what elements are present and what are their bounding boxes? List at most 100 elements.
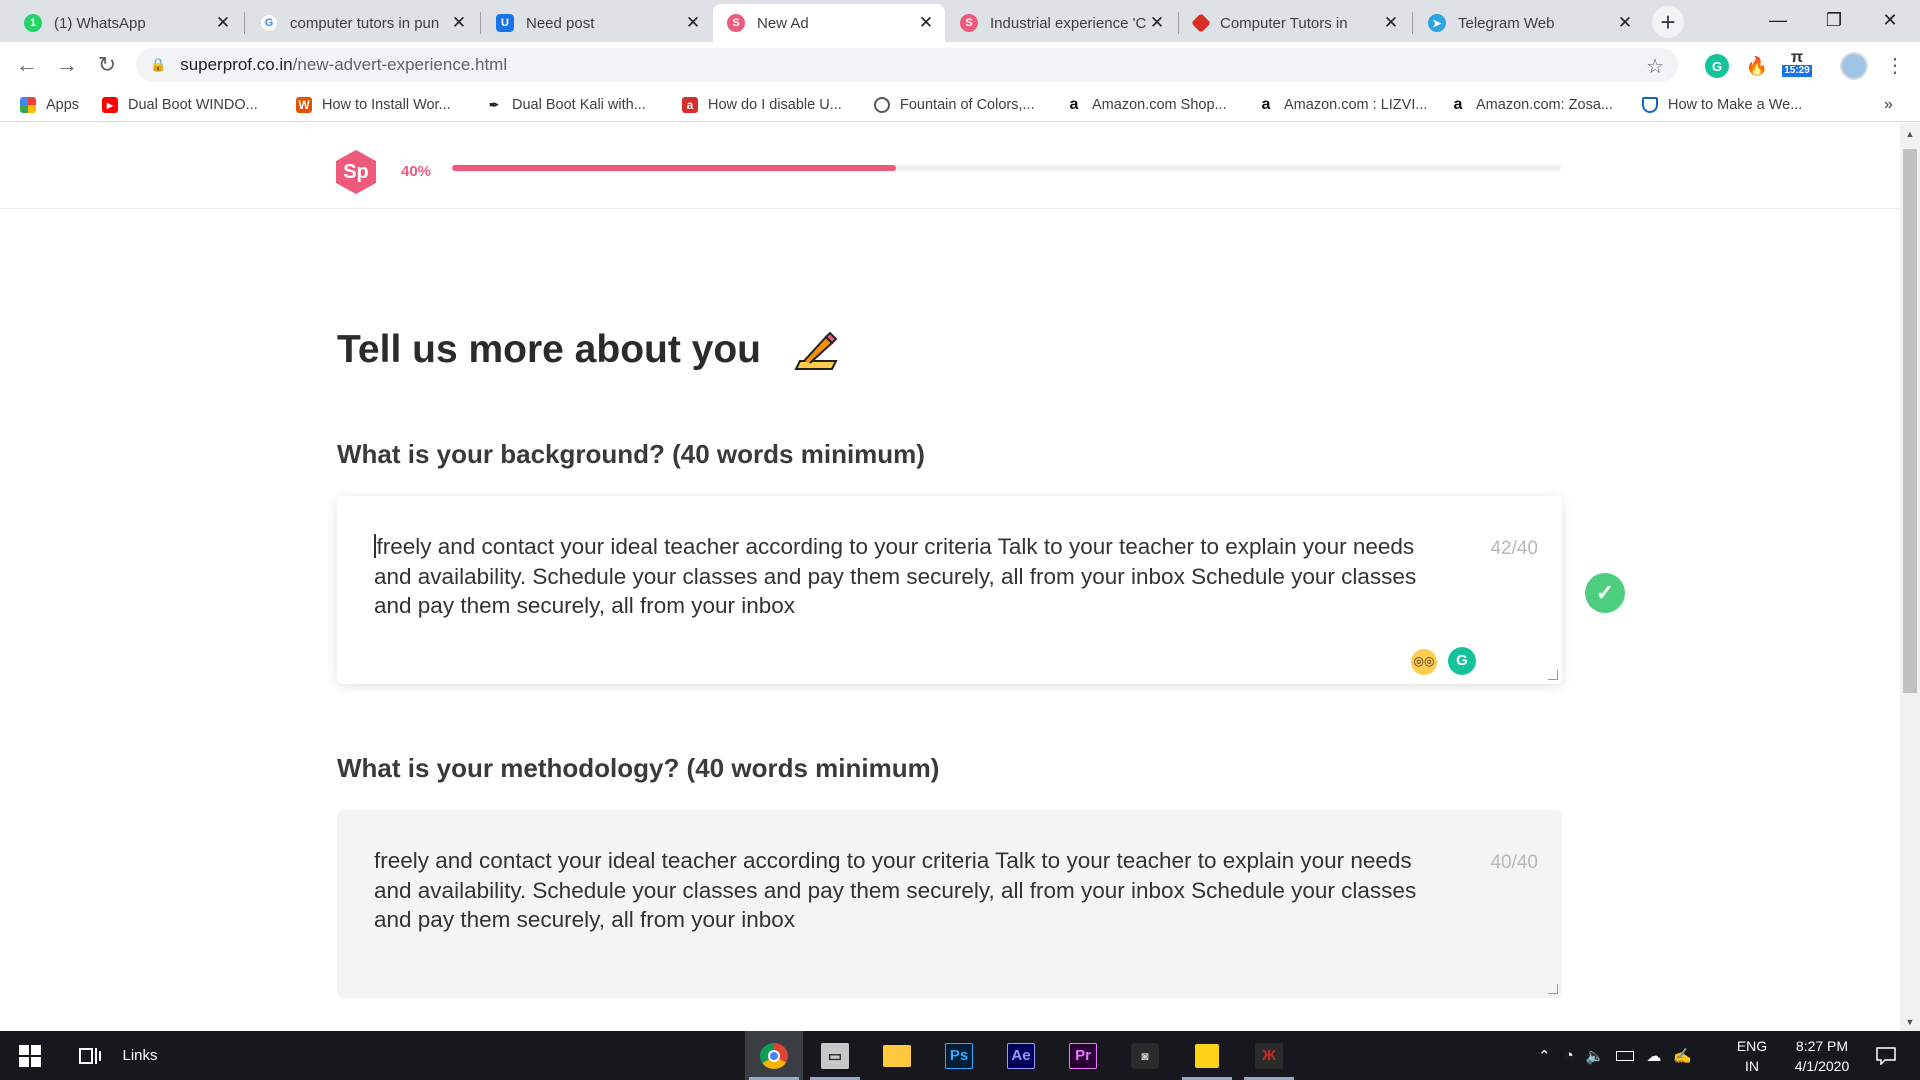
start-button[interactable] bbox=[0, 1031, 60, 1080]
explorer-taskbar-icon[interactable]: ▭ bbox=[806, 1031, 864, 1080]
lock-icon[interactable]: 🔒 bbox=[150, 57, 166, 73]
app-taskbar-icon[interactable]: ◙ bbox=[1116, 1031, 1174, 1080]
after-effects-taskbar-icon[interactable]: Ae bbox=[992, 1031, 1050, 1080]
amazon-icon: a bbox=[1069, 96, 1079, 113]
superprof-logo[interactable]: Sp bbox=[336, 150, 376, 194]
close-icon[interactable]: ✕ bbox=[1616, 13, 1634, 33]
resize-handle-icon[interactable] bbox=[1548, 670, 1558, 680]
tab-telegram[interactable]: ➤ Telegram Web ✕ bbox=[1414, 4, 1644, 42]
bookmark-label: Amazon.com : LIZVI... bbox=[1284, 97, 1428, 113]
restore-button[interactable]: ❐ bbox=[1806, 0, 1862, 40]
grammarly-extension-icon[interactable]: G bbox=[1705, 54, 1729, 78]
volume-icon[interactable]: 🔈 bbox=[1586, 1047, 1605, 1065]
system-tray: ⌃ ◔ 🔈 ☁ ✍ bbox=[1538, 1031, 1692, 1080]
bookmark-star-icon[interactable]: ☆ bbox=[1646, 54, 1664, 79]
bookmark-item[interactable]: a How do I disable U... bbox=[682, 94, 842, 116]
profile-avatar-icon[interactable] bbox=[1840, 52, 1868, 80]
bookmark-item[interactable]: a Amazon.com Shop... bbox=[1066, 94, 1227, 116]
bookmark-item[interactable]: ▶ Dual Boot WINDO... bbox=[102, 94, 258, 116]
forward-button[interactable]: → bbox=[52, 50, 82, 80]
task-view-button[interactable] bbox=[66, 1031, 114, 1080]
predator-taskbar-icon[interactable]: Ж bbox=[1240, 1031, 1298, 1080]
file-explorer-taskbar-icon[interactable] bbox=[868, 1031, 926, 1080]
telegram-icon: ➤ bbox=[1428, 14, 1446, 32]
methodology-textarea[interactable]: freely and contact your ideal teacher ac… bbox=[337, 810, 1562, 998]
methodology-question-label: What is your methodology? (40 words mini… bbox=[337, 753, 940, 783]
tab-title: computer tutors in pun bbox=[290, 14, 440, 32]
amazon-icon: a bbox=[1261, 96, 1271, 113]
tab-google-search[interactable]: G computer tutors in pun ✕ bbox=[246, 4, 478, 42]
page-title: Tell us more about you bbox=[337, 328, 761, 371]
whatsapp-icon: 1 bbox=[24, 14, 42, 32]
close-icon[interactable]: ✕ bbox=[1382, 13, 1400, 33]
nerd-face-icon[interactable]: ◎◎ bbox=[1411, 649, 1437, 675]
wifi-icon[interactable]: ◔ bbox=[1565, 1047, 1574, 1064]
chrome-taskbar-icon[interactable] bbox=[745, 1031, 803, 1080]
computer-icon: ▭ bbox=[821, 1042, 849, 1069]
close-icon[interactable]: ✕ bbox=[214, 13, 232, 33]
scroll-up-icon[interactable]: ▲ bbox=[1900, 129, 1920, 139]
bookmark-item[interactable]: a Amazon.com: Zosa... bbox=[1450, 94, 1613, 116]
amazon-icon: a bbox=[1453, 96, 1463, 113]
bookmark-label: Amazon.com Shop... bbox=[1092, 97, 1227, 113]
reload-button[interactable]: ↻ bbox=[92, 50, 122, 80]
region-label: IN bbox=[1745, 1057, 1759, 1074]
address-bar[interactable]: 🔒 superprof.co.in/new-advert-experience.… bbox=[136, 48, 1678, 82]
close-icon[interactable]: ✕ bbox=[684, 13, 702, 33]
onedrive-icon[interactable]: ☁ bbox=[1646, 1047, 1661, 1065]
background-text: freely and contact your ideal teacher ac… bbox=[374, 534, 1417, 618]
scrollbar-thumb[interactable] bbox=[1903, 149, 1917, 693]
after-effects-icon: Ae bbox=[1007, 1042, 1035, 1069]
resize-handle-icon[interactable] bbox=[1548, 984, 1558, 994]
minimize-button[interactable]: — bbox=[1750, 0, 1806, 40]
bookmarks-overflow-button[interactable]: » bbox=[1884, 94, 1893, 116]
writing-hand-icon bbox=[794, 331, 838, 370]
links-toolbar[interactable]: Links bbox=[120, 1031, 160, 1080]
timer-badge: 15:29 bbox=[1782, 65, 1812, 77]
app-icon: ◙ bbox=[1131, 1042, 1159, 1069]
tab-new-ad[interactable]: S New Ad ✕ bbox=[713, 4, 945, 42]
timer-extension-icon[interactable]: π 15:29 bbox=[1780, 48, 1814, 80]
bookmark-icon: a bbox=[682, 97, 698, 113]
background-textarea[interactable]: freely and contact your ideal teacher ac… bbox=[337, 496, 1562, 684]
bookmark-item[interactable]: ✒ Dual Boot Kali with... bbox=[486, 94, 646, 116]
close-window-button[interactable]: ✕ bbox=[1862, 0, 1918, 40]
back-button[interactable]: ← bbox=[12, 50, 42, 80]
tab-industrial-experience[interactable]: S Industrial experience 'C ✕ bbox=[946, 4, 1176, 42]
bookmark-item[interactable]: a Amazon.com : LIZVI... bbox=[1258, 94, 1428, 116]
tab-whatsapp[interactable]: 1 (1) WhatsApp ✕ bbox=[10, 4, 242, 42]
clock[interactable]: 8:27 PM 4/1/2020 bbox=[1778, 1031, 1866, 1080]
close-icon[interactable]: ✕ bbox=[1148, 13, 1166, 33]
bookmark-item[interactable]: How to Make a We... bbox=[1642, 94, 1802, 116]
tab-need-post[interactable]: U Need post ✕ bbox=[482, 4, 712, 42]
fire-extension-icon[interactable]: 🔥 bbox=[1745, 54, 1769, 78]
page-scrollbar[interactable]: ▲ ▼ bbox=[1900, 123, 1920, 1031]
scroll-down-icon[interactable]: ▼ bbox=[1900, 1017, 1920, 1027]
tab-title: Industrial experience 'C bbox=[990, 14, 1147, 32]
google-icon: G bbox=[260, 14, 278, 32]
notifications-icon[interactable] bbox=[1866, 1031, 1906, 1080]
new-tab-button[interactable]: + bbox=[1652, 6, 1684, 38]
bookmark-apps[interactable]: Apps bbox=[20, 94, 79, 116]
pen-icon[interactable]: ✍ bbox=[1673, 1047, 1692, 1065]
sticky-notes-taskbar-icon[interactable] bbox=[1178, 1031, 1236, 1080]
tray-overflow-icon[interactable]: ⌃ bbox=[1538, 1047, 1551, 1065]
text-cursor bbox=[374, 534, 376, 558]
tab-computer-tutors[interactable]: Computer Tutors in ✕ bbox=[1180, 4, 1410, 42]
bookmark-item[interactable]: Fountain of Colors,... bbox=[874, 94, 1035, 116]
language-indicator[interactable]: ENG IN bbox=[1732, 1031, 1772, 1080]
close-icon[interactable]: ✕ bbox=[450, 13, 468, 33]
word-counter: 42/40 bbox=[1490, 538, 1538, 559]
photoshop-taskbar-icon[interactable]: Ps bbox=[930, 1031, 988, 1080]
bookmark-item[interactable]: W How to Install Wor... bbox=[296, 94, 451, 116]
battery-icon[interactable] bbox=[1616, 1050, 1635, 1061]
bookmark-label: Fountain of Colors,... bbox=[900, 97, 1035, 113]
grammarly-icon[interactable]: G bbox=[1448, 647, 1476, 675]
w-icon: W bbox=[296, 97, 312, 113]
chrome-menu-icon[interactable]: ⋮ bbox=[1880, 50, 1910, 80]
close-icon[interactable]: ✕ bbox=[917, 13, 935, 33]
premiere-taskbar-icon[interactable]: Pr bbox=[1054, 1031, 1112, 1080]
tab-title: Computer Tutors in bbox=[1220, 14, 1348, 32]
page-content: Sp 40% Tell us more about you What is yo… bbox=[0, 123, 1900, 1031]
globe-icon bbox=[874, 97, 890, 113]
